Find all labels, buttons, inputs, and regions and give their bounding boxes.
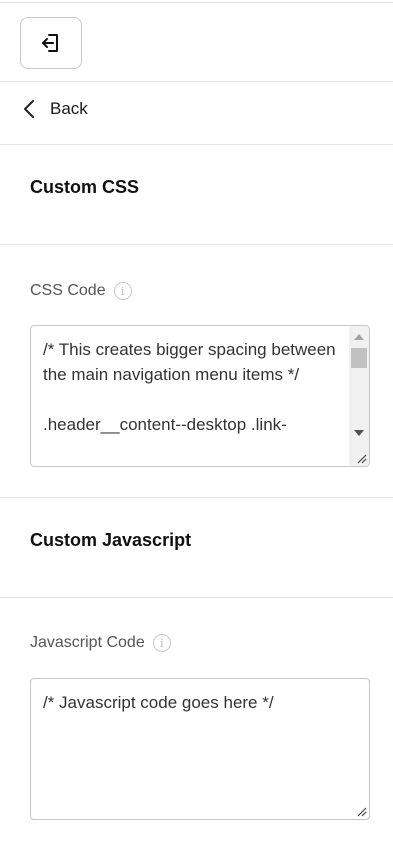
exit-button[interactable] — [20, 17, 82, 69]
scroll-thumb[interactable] — [351, 348, 367, 368]
css-code-label: CSS Code — [30, 282, 106, 299]
top-divider — [0, 2, 393, 3]
chevron-left-icon — [24, 100, 34, 118]
css-code-value[interactable]: /* This creates bigger spacing between t… — [43, 337, 345, 437]
css-code-editor[interactable]: /* This creates bigger spacing between t… — [30, 325, 370, 467]
js-code-value[interactable]: /* Javascript code goes here */ — [43, 690, 345, 715]
divider — [0, 497, 393, 498]
info-icon[interactable]: i — [152, 634, 171, 652]
divider — [0, 144, 393, 145]
divider — [0, 81, 393, 82]
resize-grip-icon[interactable] — [355, 452, 367, 464]
divider — [0, 244, 393, 245]
info-icon[interactable]: i — [113, 282, 132, 300]
css-code-label-row: CSS Code i — [30, 282, 132, 300]
custom-js-title: Custom Javascript — [30, 530, 192, 550]
editor-scrollbar[interactable] — [349, 326, 369, 466]
scroll-up-arrow-icon[interactable] — [354, 334, 364, 340]
scroll-down-arrow-icon[interactable] — [354, 430, 364, 436]
js-code-label-row: Javascript Code i — [30, 634, 171, 652]
back-link[interactable]: Back — [22, 96, 88, 122]
divider — [0, 597, 393, 598]
back-label: Back — [50, 99, 88, 118]
custom-css-title: Custom CSS — [30, 177, 140, 197]
js-code-editor[interactable]: /* Javascript code goes here */ — [30, 678, 370, 820]
exit-icon — [42, 34, 58, 52]
js-code-label: Javascript Code — [30, 634, 145, 651]
resize-grip-icon[interactable] — [355, 805, 367, 817]
